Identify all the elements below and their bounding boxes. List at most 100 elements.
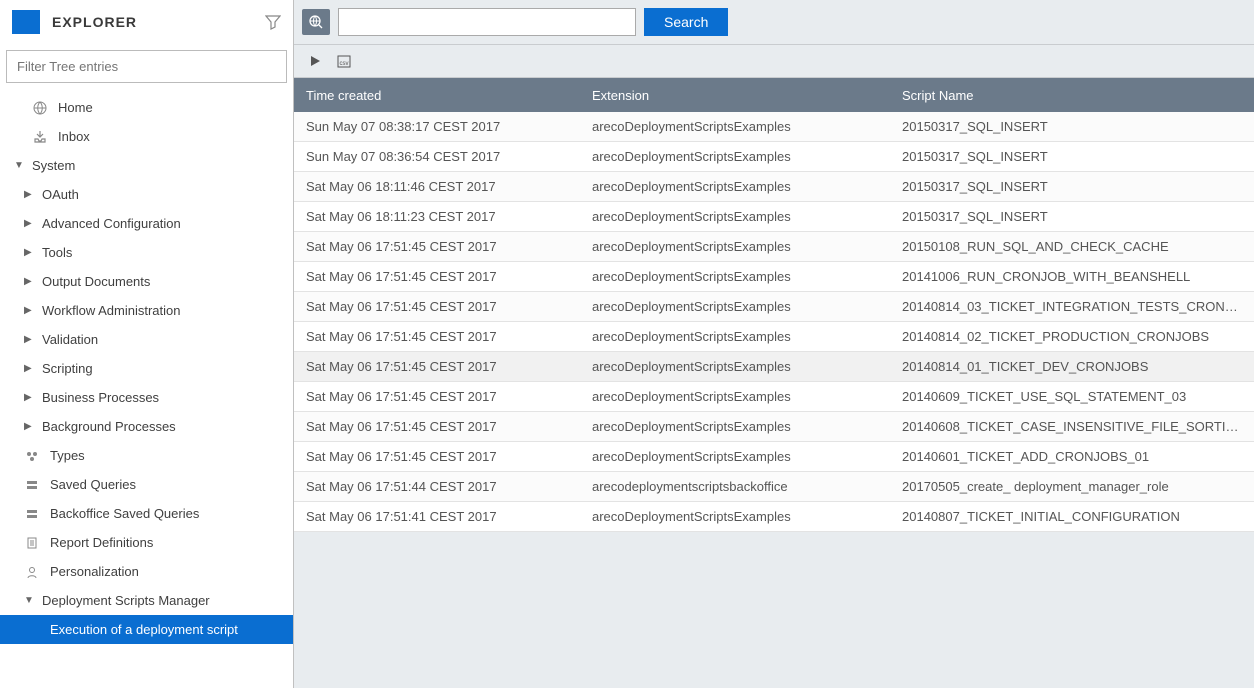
table-row[interactable]: Sat May 06 17:51:45 CEST 2017arecoDeploy…: [294, 382, 1254, 412]
sidebar: EXPLORER Home Inbox: [0, 0, 294, 688]
query-icon: [24, 507, 40, 521]
cell-time-created: Sat May 06 17:51:44 CEST 2017: [306, 479, 592, 494]
tree-item-output-documents[interactable]: ▶Output Documents: [0, 267, 293, 296]
tree-item-types[interactable]: Types: [0, 441, 293, 470]
cell-extension: arecoDeploymentScriptsExamples: [592, 149, 902, 164]
tree-item-advanced-configuration[interactable]: ▶Advanced Configuration: [0, 209, 293, 238]
cell-time-created: Sat May 06 17:51:45 CEST 2017: [306, 359, 592, 374]
tree-item-scripting[interactable]: ▶ Scripting: [0, 354, 293, 383]
tree-item-oauth[interactable]: ▶OAuth: [0, 180, 293, 209]
table-row[interactable]: Sat May 06 18:11:46 CEST 2017arecoDeploy…: [294, 172, 1254, 202]
cell-extension: arecoDeploymentScriptsExamples: [592, 359, 902, 374]
chevron-right-icon: ▶: [24, 334, 32, 345]
tree-item-saved-queries[interactable]: Saved Queries: [0, 470, 293, 499]
cell-extension: arecoDeploymentScriptsExamples: [592, 119, 902, 134]
table-row[interactable]: Sun May 07 08:36:54 CEST 2017arecoDeploy…: [294, 142, 1254, 172]
filter-icon[interactable]: [265, 14, 281, 30]
chevron-right-icon: ▶: [24, 305, 32, 316]
column-script-name[interactable]: Script Name: [902, 88, 1254, 103]
tree-item-label: Business Processes: [42, 390, 159, 405]
tree-item-tools[interactable]: ▶Tools: [0, 238, 293, 267]
cell-script-name: 20140601_TICKET_ADD_CRONJOBS_01: [902, 449, 1254, 464]
types-icon: [24, 449, 40, 463]
play-button[interactable]: [308, 54, 322, 68]
cell-extension: arecoDeploymentScriptsExamples: [592, 389, 902, 404]
tree-item-label: Backoffice Saved Queries: [50, 506, 199, 521]
cell-extension: arecoDeploymentScriptsExamples: [592, 329, 902, 344]
cell-script-name: 20170505_create_ deployment_manager_role: [902, 479, 1254, 494]
tree-item-personalization[interactable]: Personalization: [0, 557, 293, 586]
tree-item-background-processes[interactable]: ▶ Background Processes: [0, 412, 293, 441]
tree-item-label: Scripting: [42, 361, 93, 376]
table-row[interactable]: Sat May 06 17:51:45 CEST 2017arecoDeploy…: [294, 292, 1254, 322]
tree-item-deployment-scripts-manager[interactable]: ▼ Deployment Scripts Manager: [0, 586, 293, 615]
sidebar-title: EXPLORER: [52, 14, 253, 30]
cell-time-created: Sat May 06 17:51:45 CEST 2017: [306, 389, 592, 404]
tree-item-backoffice-saved-queries[interactable]: Backoffice Saved Queries: [0, 499, 293, 528]
cell-script-name: 20140807_TICKET_INITIAL_CONFIGURATION: [902, 509, 1254, 524]
filter-tree-input[interactable]: [6, 50, 287, 83]
table-row[interactable]: Sat May 06 17:51:41 CEST 2017arecoDeploy…: [294, 502, 1254, 532]
chevron-down-icon: ▼: [24, 595, 32, 606]
table-row[interactable]: Sat May 06 17:51:45 CEST 2017arecoDeploy…: [294, 322, 1254, 352]
search-input[interactable]: [338, 8, 636, 36]
cell-extension: arecoDeploymentScriptsExamples: [592, 209, 902, 224]
tree-item-label: Execution of a deployment script: [50, 622, 238, 637]
table-row[interactable]: Sat May 06 17:51:45 CEST 2017arecoDeploy…: [294, 262, 1254, 292]
tree-item-workflow-administration[interactable]: ▶Workflow Administration: [0, 296, 293, 325]
chevron-right-icon: ▶: [24, 421, 32, 432]
chevron-right-icon: ▶: [24, 363, 32, 374]
tree-item-business-processes[interactable]: ▶Business Processes: [0, 383, 293, 412]
tree-item-validation[interactable]: ▶Validation: [0, 325, 293, 354]
cell-script-name: 20150317_SQL_INSERT: [902, 119, 1254, 134]
tree-item-execution-deployment-script[interactable]: Execution of a deployment script: [0, 615, 293, 644]
main-content: Search csv Time created Extension Script…: [294, 0, 1254, 688]
tree-item-label: Home: [58, 100, 93, 115]
table-row[interactable]: Sat May 06 18:11:23 CEST 2017arecoDeploy…: [294, 202, 1254, 232]
tree-item-label: Inbox: [58, 129, 90, 144]
column-extension[interactable]: Extension: [592, 88, 902, 103]
tree-item-label: Types: [50, 448, 85, 463]
cell-extension: arecoDeploymentScriptsExamples: [592, 269, 902, 284]
cell-time-created: Sun May 07 08:36:54 CEST 2017: [306, 149, 592, 164]
table-row[interactable]: Sun May 07 08:38:17 CEST 2017arecoDeploy…: [294, 112, 1254, 142]
tree-item-label: Deployment Scripts Manager: [42, 593, 210, 608]
tree-item-inbox[interactable]: Inbox: [0, 122, 293, 151]
logo: [12, 10, 40, 34]
cell-time-created: Sat May 06 18:11:46 CEST 2017: [306, 179, 592, 194]
tree-item-home[interactable]: Home: [0, 93, 293, 122]
cell-extension: arecoDeploymentScriptsExamples: [592, 419, 902, 434]
tree-item-label: Saved Queries: [50, 477, 136, 492]
cell-time-created: Sat May 06 17:51:45 CEST 2017: [306, 449, 592, 464]
cell-script-name: 20140814_02_TICKET_PRODUCTION_CRONJOBS: [902, 329, 1254, 344]
chevron-down-icon: ▼: [14, 160, 22, 171]
globe-icon: [32, 101, 48, 115]
table-row[interactable]: Sat May 06 17:51:45 CEST 2017arecoDeploy…: [294, 412, 1254, 442]
cell-time-created: Sat May 06 17:51:45 CEST 2017: [306, 269, 592, 284]
cell-script-name: 20140814_01_TICKET_DEV_CRONJOBS: [902, 359, 1254, 374]
query-icon: [24, 478, 40, 492]
chevron-right-icon: ▶: [24, 276, 32, 287]
cell-extension: arecodeploymentscriptsbackoffice: [592, 479, 902, 494]
tree-item-system[interactable]: ▼ System: [0, 151, 293, 180]
tree-item-report-definitions[interactable]: Report Definitions: [0, 528, 293, 557]
tree-item-label: Tools: [42, 245, 72, 260]
column-time-created[interactable]: Time created: [306, 88, 592, 103]
world-search-button[interactable]: [302, 9, 330, 35]
tree-item-label: Report Definitions: [50, 535, 153, 550]
cell-extension: arecoDeploymentScriptsExamples: [592, 509, 902, 524]
search-button[interactable]: Search: [644, 8, 728, 36]
tree-item-label: Background Processes: [42, 419, 176, 434]
cell-time-created: Sat May 06 17:51:45 CEST 2017: [306, 299, 592, 314]
search-bar: Search: [294, 0, 1254, 45]
cell-script-name: 20150108_RUN_SQL_AND_CHECK_CACHE: [902, 239, 1254, 254]
table-row[interactable]: Sat May 06 17:51:45 CEST 2017arecoDeploy…: [294, 352, 1254, 382]
table-row[interactable]: Sat May 06 17:51:45 CEST 2017arecoDeploy…: [294, 442, 1254, 472]
cell-extension: arecoDeploymentScriptsExamples: [592, 239, 902, 254]
export-csv-button[interactable]: csv: [336, 53, 352, 69]
table-row[interactable]: Sat May 06 17:51:44 CEST 2017arecodeploy…: [294, 472, 1254, 502]
table-row[interactable]: Sat May 06 17:51:45 CEST 2017arecoDeploy…: [294, 232, 1254, 262]
cell-extension: arecoDeploymentScriptsExamples: [592, 179, 902, 194]
person-icon: [24, 565, 40, 579]
cell-script-name: 20140609_TICKET_USE_SQL_STATEMENT_03: [902, 389, 1254, 404]
